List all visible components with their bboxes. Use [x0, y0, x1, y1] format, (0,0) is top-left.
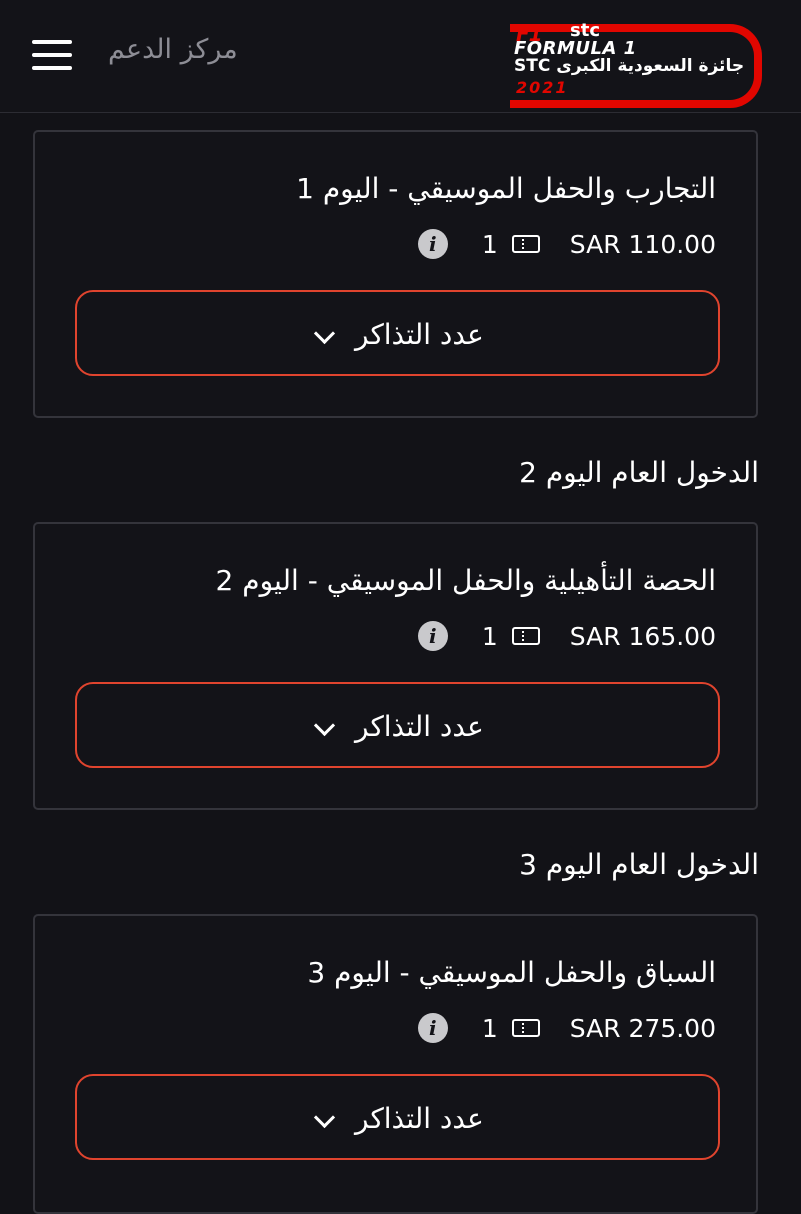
info-icon[interactable]: i [417, 229, 448, 259]
section-heading: الدخول العام اليوم 2 [519, 456, 759, 489]
chevron-down-icon [313, 1106, 336, 1129]
ticket-count-select[interactable]: عدد التذاكر [75, 1074, 720, 1160]
chevron-down-icon [313, 714, 336, 737]
ticket-price-row: i 1 SAR 275.00 [417, 1012, 716, 1044]
info-icon[interactable]: i [417, 1013, 448, 1043]
ticket-count-label: عدد التذاكر [355, 318, 484, 351]
formula1-stc-logo[interactable]: F1 stc FORMULA 1 STC جائزة السعودية الكب… [510, 20, 768, 108]
ticket-quantity: 1 [481, 621, 498, 651]
support-center-link[interactable]: مركز الدعم [108, 34, 238, 65]
ticket-title: السباق والحفل الموسيقي - اليوم 3 [307, 956, 716, 989]
logo-year: 2021 [516, 78, 569, 97]
top-bar: مركز الدعم F1 stc FORMULA 1 STC جائزة ال… [0, 0, 801, 113]
ticket-icon [511, 235, 540, 253]
ticket-price: SAR 275.00 [569, 1013, 716, 1043]
info-icon[interactable]: i [417, 621, 448, 651]
ticket-title: الحصة التأهيلية والحفل الموسيقي - اليوم … [215, 564, 716, 597]
ticket-icon [511, 1019, 540, 1037]
ticket-title: التجارب والحفل الموسيقي - اليوم 1 [296, 172, 716, 205]
ticket-quantity: 1 [481, 1013, 498, 1043]
ticket-price-row: i 1 SAR 110.00 [417, 228, 716, 260]
ticket-price: SAR 110.00 [569, 229, 716, 259]
section-heading: الدخول العام اليوم 3 [519, 848, 759, 881]
ticket-icon [511, 627, 540, 645]
ticket-card: السباق والحفل الموسيقي - اليوم 3 i 1 SAR… [33, 914, 758, 1214]
ticket-quantity: 1 [481, 229, 498, 259]
ticket-card: التجارب والحفل الموسيقي - اليوم 1 i 1 SA… [33, 130, 758, 418]
ticket-price-row: i 1 SAR 165.00 [417, 620, 716, 652]
ticket-count-label: عدد التذاكر [355, 710, 484, 743]
ticket-count-select[interactable]: عدد التذاكر [75, 682, 720, 768]
ticket-count-select[interactable]: عدد التذاكر [75, 290, 720, 376]
hamburger-menu-icon[interactable] [32, 40, 72, 70]
logo-arabic-text: STC جائزة السعودية الكبرى [514, 56, 745, 76]
chevron-down-icon [313, 322, 336, 345]
ticket-card: الحصة التأهيلية والحفل الموسيقي - اليوم … [33, 522, 758, 810]
ticket-price: SAR 165.00 [569, 621, 716, 651]
ticket-count-label: عدد التذاكر [355, 1102, 484, 1135]
